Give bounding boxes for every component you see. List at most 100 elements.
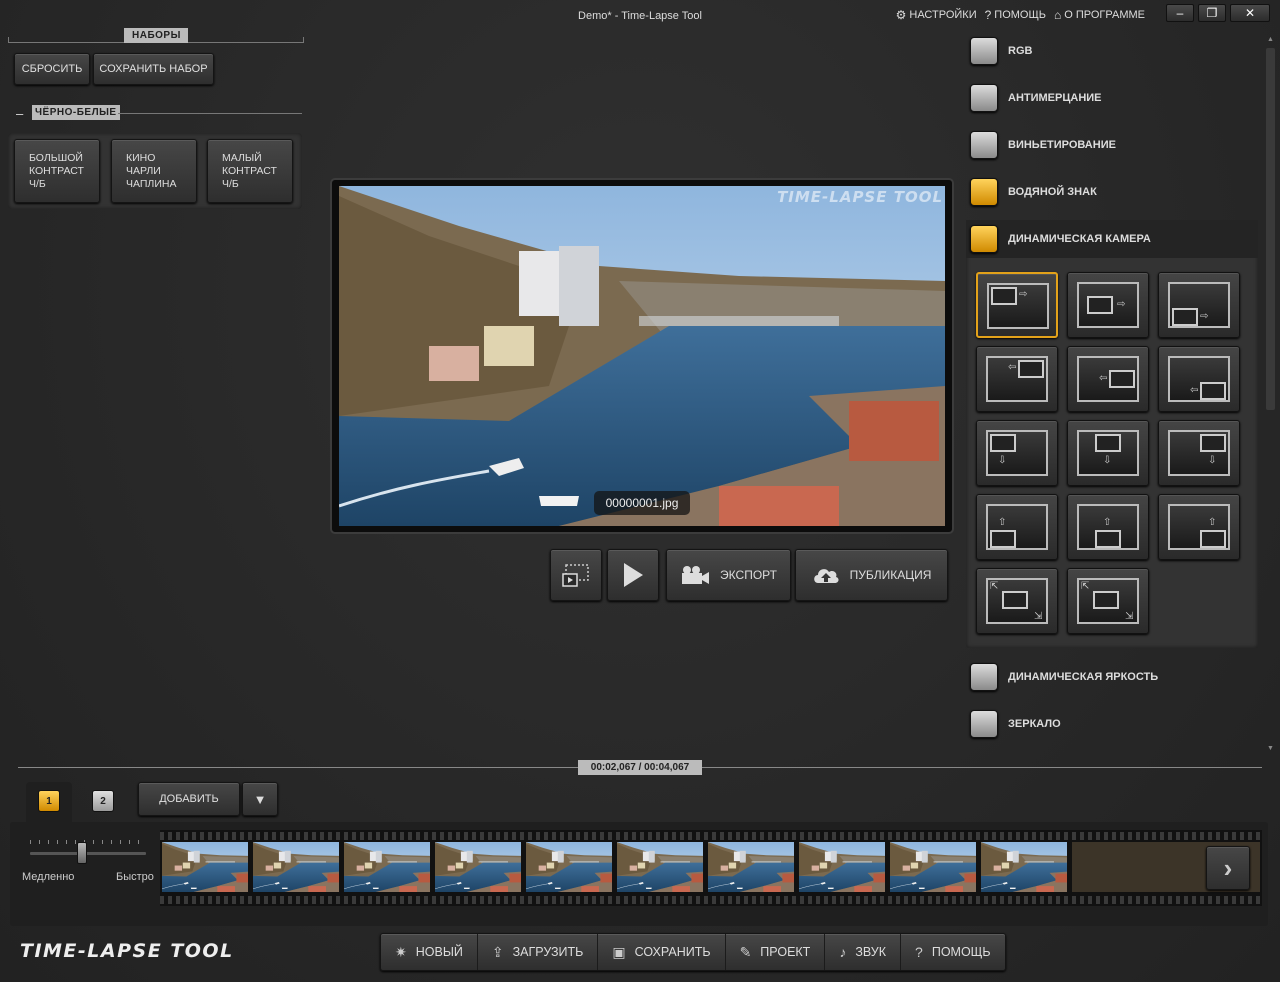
speed-ticks: [30, 840, 146, 844]
filmstrip[interactable]: [160, 830, 1262, 906]
preset-charlie-chaplin[interactable]: КИНО ЧАРЛИ ЧАПЛИНА: [111, 139, 197, 203]
camera-preset-zoom-left-to-right[interactable]: ⇨: [1067, 272, 1149, 338]
effect-vignette[interactable]: ВИНЬЕТИРОВАНИЕ: [970, 125, 1260, 165]
frame-thumbnail[interactable]: [344, 842, 432, 892]
speed-slider-handle[interactable]: [77, 842, 88, 864]
screen-frame-icon: ⇨: [1168, 282, 1230, 328]
camera-preset-zoom-right-to-left[interactable]: ⇦: [1067, 346, 1149, 412]
camera-preset-pan-bottom-right-to-left[interactable]: ⇦: [1158, 346, 1240, 412]
divider: [188, 42, 304, 43]
frame-thumbnail[interactable]: [435, 842, 523, 892]
dynamic-camera-checkbox[interactable]: [970, 225, 998, 253]
rgb-checkbox[interactable]: [970, 37, 998, 65]
camera-preset-pan-left-to-right[interactable]: ⇨: [976, 272, 1058, 338]
divider: [303, 37, 304, 43]
frame-thumbnail[interactable]: [890, 842, 978, 892]
camera-preset-pan-top-center-down[interactable]: ⇩: [1067, 420, 1149, 486]
sound-label: ЗВУК: [855, 945, 887, 959]
reset-button[interactable]: СБРОСИТЬ: [14, 53, 90, 85]
mirror-checkbox[interactable]: [970, 710, 998, 738]
new-button[interactable]: ✷ НОВЫЙ: [381, 934, 478, 970]
frame-thumbnail[interactable]: [799, 842, 887, 892]
track-tab-1[interactable]: 1: [26, 782, 72, 822]
close-button[interactable]: ✕: [1230, 4, 1270, 22]
scroll-up-icon[interactable]: ▲: [1267, 36, 1274, 43]
camera-preset-pan-top-left-down[interactable]: ⇩: [976, 420, 1058, 486]
effect-dynamic-camera[interactable]: ДИНАМИЧЕСКАЯ КАМЕРА: [970, 219, 1260, 259]
bottom-toolbar: ✷ НОВЫЙ ⇪ ЗАГРУЗИТЬ ▣ СОХРАНИТЬ ✎ ПРОЕКТ…: [380, 933, 1006, 971]
speed-slider-track[interactable]: [30, 852, 146, 855]
arrow-icon: ⇱: [990, 581, 999, 592]
camera-preset-pan-top-right-down[interactable]: ⇩: [1158, 420, 1240, 486]
scroll-down-icon[interactable]: ▼: [1267, 745, 1274, 752]
preset-high-contrast-bw[interactable]: БОЛЬШОЙ КОНТРАСТ Ч/Б: [14, 139, 100, 203]
sound-button[interactable]: ♪ ЗВУК: [825, 934, 902, 970]
crop-button[interactable]: [550, 549, 602, 601]
camera-window-icon: [1109, 370, 1135, 388]
effect-mirror[interactable]: ЗЕРКАЛО: [970, 704, 1260, 744]
publish-button[interactable]: ПУБЛИКАЦИЯ: [795, 549, 948, 601]
screen-frame-icon: ⇧: [986, 504, 1048, 550]
frame-thumbnail[interactable]: [981, 842, 1069, 892]
camera-preset-pan-right-to-left[interactable]: ⇦: [976, 346, 1058, 412]
camera-preset-pan-bottom-left-to-right[interactable]: ⇨: [1158, 272, 1240, 338]
scrollbar-thumb[interactable]: [1266, 48, 1275, 410]
cloud-upload-icon: [813, 569, 839, 583]
effect-watermark[interactable]: ВОДЯНОЙ ЗНАК: [970, 172, 1260, 212]
camera-preset-pan-bottom-left-up[interactable]: ⇧: [976, 494, 1058, 560]
help-button[interactable]: ? ПОМОЩЬ: [901, 934, 1005, 970]
effect-antiflicker[interactable]: АНТИМЕРЦАНИЕ: [970, 78, 1260, 118]
frame-thumbnail[interactable]: [617, 842, 705, 892]
minimize-button[interactable]: –: [1166, 4, 1194, 22]
add-button[interactable]: ДОБАВИТЬ: [138, 782, 240, 816]
vignette-checkbox[interactable]: [970, 131, 998, 159]
camera-preset-pan-bottom-center-up[interactable]: ⇧: [1067, 494, 1149, 560]
antiflicker-checkbox[interactable]: [970, 84, 998, 112]
arrow-icon: ⇧: [1208, 517, 1217, 528]
collapse-toggle[interactable]: –: [16, 106, 23, 121]
film-perforation: [160, 896, 1262, 904]
about-link-label: О ПРОГРАММЕ: [1064, 9, 1145, 21]
dynamic-brightness-checkbox[interactable]: [970, 663, 998, 691]
load-button[interactable]: ⇪ ЗАГРУЗИТЬ: [478, 934, 599, 970]
play-icon: [624, 563, 643, 587]
top-links: ⚙ НАСТРОЙКИ ? ПОМОЩЬ ⌂ О ПРОГРАММЕ: [896, 8, 1145, 22]
about-link[interactable]: ⌂ О ПРОГРАММЕ: [1054, 8, 1145, 22]
export-button[interactable]: ЭКСПОРТ: [666, 549, 791, 601]
help-link[interactable]: ? ПОМОЩЬ: [985, 8, 1046, 22]
speed-fast-label: Быстро: [116, 871, 154, 883]
frame-thumbnail[interactable]: [708, 842, 796, 892]
screen-frame-icon: ⇨: [1077, 282, 1139, 328]
window-controls: – ❐ ✕: [1166, 4, 1270, 22]
frame-filename: 00000001.jpg: [594, 491, 690, 515]
maximize-button[interactable]: ❐: [1198, 4, 1226, 22]
camera-preset-zoom-out-diagonal[interactable]: ⇱ ⇲: [1067, 568, 1149, 634]
settings-link[interactable]: ⚙ НАСТРОЙКИ: [896, 8, 977, 22]
effect-rgb[interactable]: RGB: [970, 31, 1260, 71]
track-2-chip: 2: [92, 790, 114, 812]
camera-window-icon: [991, 287, 1017, 305]
frame-thumbnail-image: [526, 842, 612, 892]
camera-preset-zoom-in-diagonal[interactable]: ⇱ ⇲: [976, 568, 1058, 634]
frame-thumbnail[interactable]: [526, 842, 614, 892]
track-tab-2[interactable]: 2: [80, 782, 126, 822]
play-button[interactable]: [607, 549, 659, 601]
frame-thumbnail[interactable]: [162, 842, 250, 892]
project-button[interactable]: ✎ ПРОЕКТ: [726, 934, 826, 970]
camera-window-icon: [990, 434, 1016, 452]
time-readout: 00:02,067 / 00:04,067: [578, 760, 702, 775]
watermark-text: TIME-LAPSE TOOL: [777, 188, 943, 206]
add-dropdown-button[interactable]: ▼: [242, 782, 278, 816]
next-frames-button[interactable]: ›: [1206, 846, 1250, 890]
watermark-checkbox[interactable]: [970, 178, 998, 206]
help-icon: ?: [984, 8, 992, 22]
camera-preset-pan-bottom-right-up[interactable]: ⇧: [1158, 494, 1240, 560]
presets-header: НАБОРЫ: [124, 28, 188, 43]
effect-label: ВИНЬЕТИРОВАНИЕ: [1008, 139, 1116, 151]
save-preset-button[interactable]: СОХРАНИТЬ НАБОР: [93, 53, 214, 85]
preset-low-contrast-bw[interactable]: МАЛЫЙ КОНТРАСТ Ч/Б: [207, 139, 293, 203]
save-button[interactable]: ▣ СОХРАНИТЬ: [598, 934, 726, 970]
effect-dynamic-brightness[interactable]: ДИНАМИЧЕСКАЯ ЯРКОСТЬ: [970, 657, 1260, 697]
frame-thumbnail[interactable]: [253, 842, 341, 892]
frame-thumbnail-image: [435, 842, 521, 892]
